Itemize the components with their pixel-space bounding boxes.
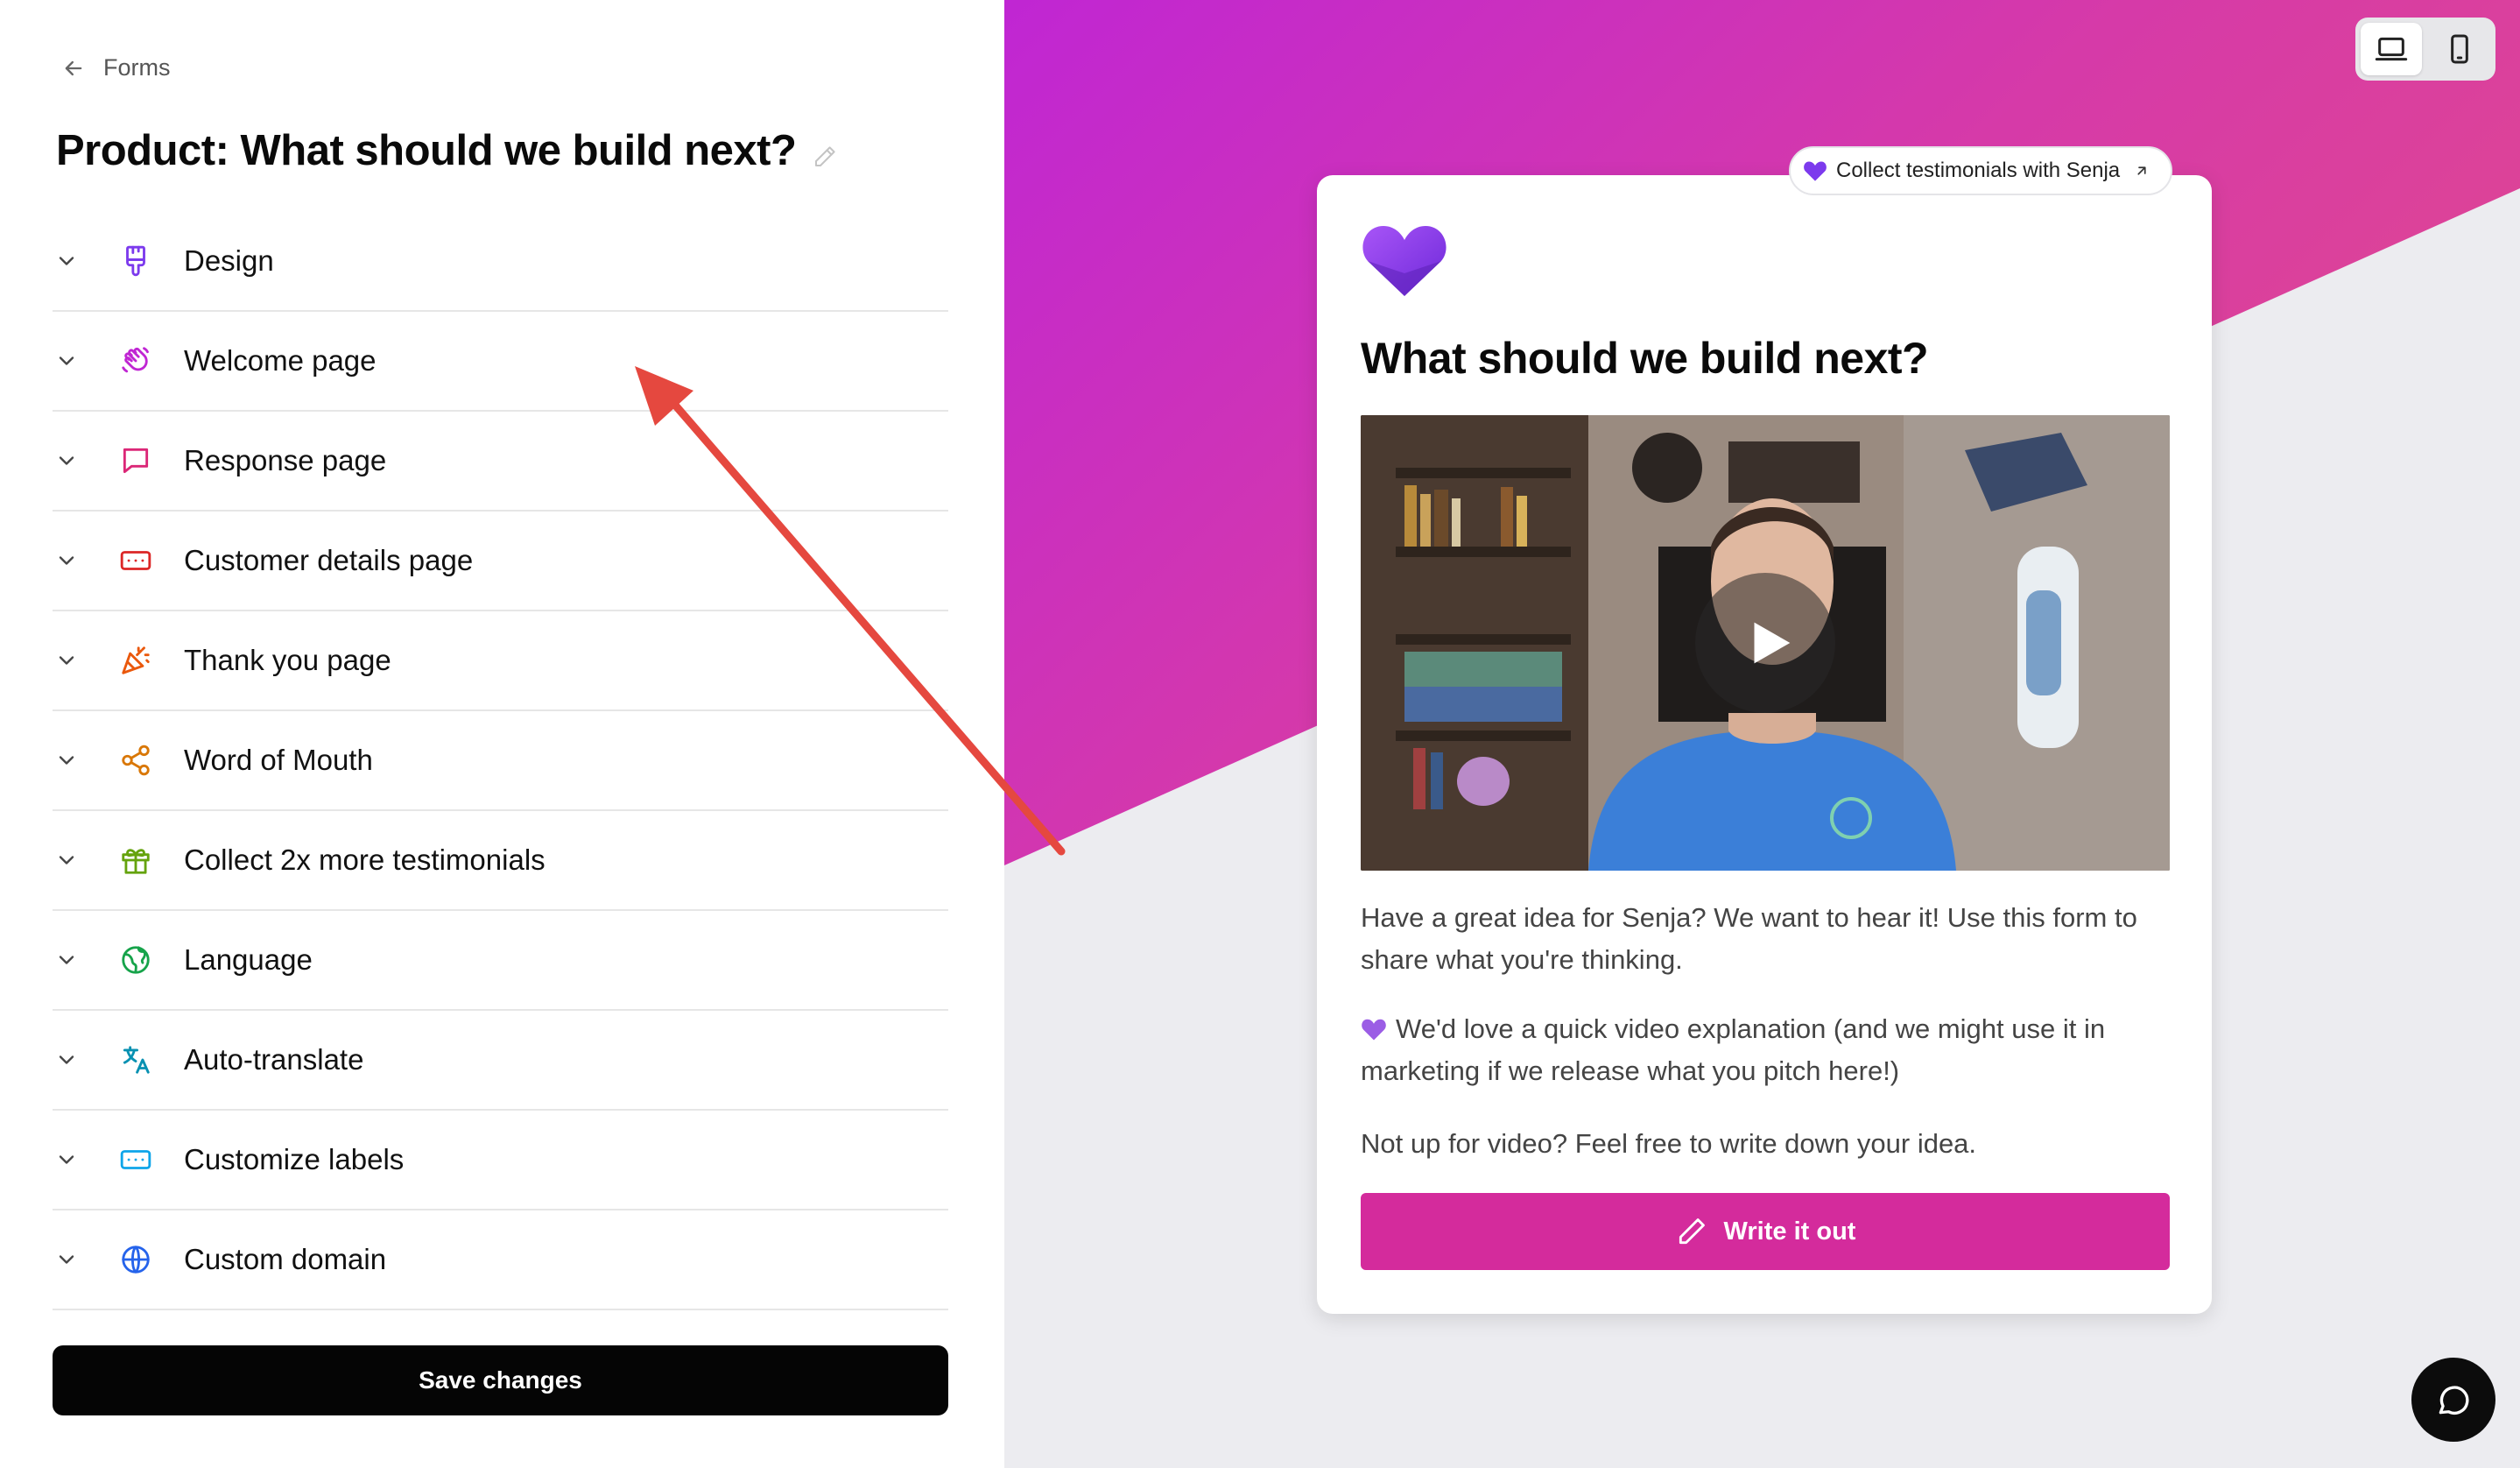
back-to-forms-link[interactable]: Forms (61, 54, 171, 81)
section-label: Welcome page (184, 344, 377, 377)
chevron-down-icon (59, 556, 74, 565)
chevron-down-icon (59, 356, 74, 365)
chevron-down-icon (59, 756, 74, 765)
section-language[interactable]: Language (53, 911, 948, 1011)
section-label: Design (184, 244, 274, 277)
arrow-left-icon (65, 60, 82, 75)
chevron-down-icon (59, 856, 74, 865)
save-changes-button[interactable]: Save changes (53, 1345, 948, 1415)
chat-bubble-icon (117, 442, 154, 479)
section-customer-details-page[interactable]: Customer details page (53, 512, 948, 611)
write-it-out-button[interactable]: Write it out (1361, 1193, 2170, 1270)
form-title: What should we build next? (1361, 334, 1929, 383)
text-input-icon (117, 1141, 154, 1178)
welcome-video[interactable] (1361, 415, 2170, 871)
id-card-icon (117, 542, 154, 579)
settings-panel: Forms Product: What should we build next… (0, 0, 1004, 1468)
chat-icon (2439, 1386, 2469, 1415)
chevron-down-icon (59, 456, 74, 465)
form-preview: What should we build next? Have a great … (1004, 0, 2520, 1468)
translate-icon (117, 1041, 154, 1078)
page-title-row: Product: What should we build next? (56, 126, 838, 175)
section-customize-labels[interactable]: Customize labels (53, 1111, 948, 1210)
chat-support-button[interactable] (2411, 1358, 2495, 1442)
badge-label: Collect testimonials with Senja (1836, 159, 2121, 182)
chevron-down-icon (59, 656, 74, 665)
paint-brush-icon (117, 243, 154, 279)
device-toggle (2355, 18, 2495, 81)
section-label: Language (184, 943, 313, 976)
section-label: Customer details page (184, 544, 474, 576)
form-description-2-text: We'd love a quick video explanation (and… (1361, 1013, 2106, 1086)
settings-sections: Design Welcome page Response page Custom… (53, 212, 948, 1310)
chevron-down-icon (59, 956, 74, 964)
mobile-icon (2451, 34, 2468, 64)
party-popper-icon (117, 642, 154, 679)
mobile-view-button[interactable] (2429, 23, 2490, 75)
section-label: Word of Mouth (184, 744, 373, 776)
section-label: Collect 2x more testimonials (184, 843, 546, 876)
section-custom-domain[interactable]: Custom domain (53, 1210, 948, 1310)
chevron-down-icon (59, 1055, 74, 1064)
section-collect-2x-more[interactable]: Collect 2x more testimonials (53, 811, 948, 911)
waving-hand-icon (117, 342, 154, 379)
section-label: Response page (184, 444, 387, 476)
section-auto-translate[interactable]: Auto-translate (53, 1011, 948, 1111)
external-link-icon (2137, 166, 2146, 175)
desktop-view-button[interactable] (2361, 23, 2422, 75)
section-response-page[interactable]: Response page (53, 412, 948, 512)
section-welcome-page[interactable]: Welcome page (53, 312, 948, 412)
collect-testimonials-badge[interactable]: Collect testimonials with Senja (1789, 146, 2173, 195)
play-button[interactable] (1695, 573, 1835, 713)
section-thank-you-page[interactable]: Thank you page (53, 611, 948, 711)
globe-icon (117, 1241, 154, 1278)
chevron-down-icon (59, 1255, 74, 1264)
write-it-out-label: Write it out (1723, 1217, 1856, 1246)
form-description-3: Not up for video? Feel free to write dow… (1361, 1128, 1977, 1159)
pencil-icon (1679, 1218, 1705, 1245)
purple-heart-icon (1362, 1019, 1386, 1041)
chevron-down-icon (59, 1155, 74, 1164)
page-title: Product: What should we build next? (56, 127, 797, 174)
back-label: Forms (103, 54, 171, 81)
section-label: Custom domain (184, 1243, 387, 1275)
form-description-2: We'd love a quick video explanation (and… (1361, 1008, 2170, 1092)
section-label: Customize labels (184, 1143, 405, 1175)
gift-icon (117, 842, 154, 879)
form-card: What should we build next? Have a great … (1317, 175, 2212, 1314)
form-description-1: Have a great idea for Senja? We want to … (1361, 902, 2137, 975)
edit-title-icon[interactable] (812, 144, 838, 170)
play-icon (1754, 622, 1791, 664)
share-icon (117, 742, 154, 779)
section-label: Thank you page (184, 644, 391, 676)
purple-heart-icon (1804, 161, 1827, 181)
chevron-down-icon (59, 257, 74, 265)
desktop-icon (2375, 37, 2408, 61)
globe-leaf-icon (117, 942, 154, 978)
heart-logo-icon (1362, 226, 1447, 296)
section-word-of-mouth[interactable]: Word of Mouth (53, 711, 948, 811)
section-design[interactable]: Design (53, 212, 948, 312)
section-label: Auto-translate (184, 1043, 364, 1076)
